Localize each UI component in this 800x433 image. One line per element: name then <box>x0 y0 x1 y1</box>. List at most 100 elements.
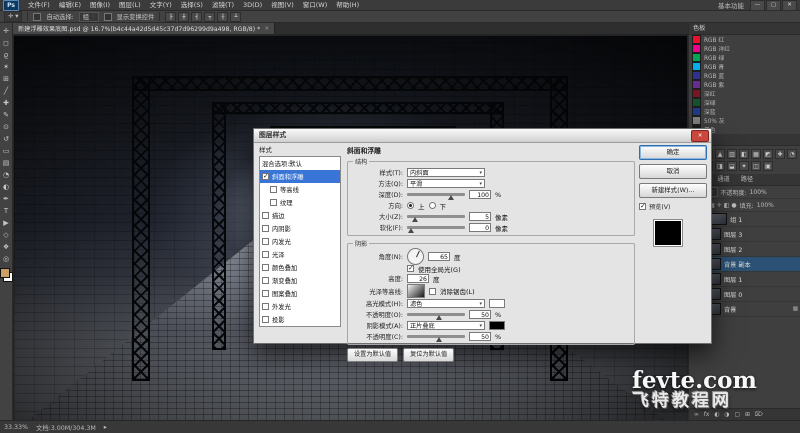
move-tool[interactable]: ✛ <box>0 25 12 37</box>
layers-footer-icon[interactable]: ⊞ <box>745 412 750 418</box>
depth-slider[interactable] <box>407 193 465 200</box>
layers-footer-icon[interactable]: ◑ <box>724 412 729 418</box>
adjustment-icon[interactable]: ✚ <box>775 149 785 159</box>
crop-tool[interactable]: ⊞ <box>0 73 12 85</box>
menu-item[interactable]: 3D(D) <box>239 0 266 10</box>
slider-thumb[interactable] <box>408 228 415 233</box>
size-slider[interactable] <box>407 215 465 222</box>
slider-thumb[interactable] <box>436 315 442 320</box>
style-item-stroke[interactable]: 描边 <box>260 209 340 222</box>
swatch-item[interactable]: RGB 蓝 <box>689 71 800 80</box>
opacity-value[interactable]: 100% <box>750 189 767 196</box>
lasso-tool[interactable]: ϱ <box>0 49 12 61</box>
slider-thumb[interactable] <box>411 217 418 222</box>
ok-button[interactable]: 确定 <box>639 145 707 160</box>
align-icon[interactable]: ┫ <box>191 11 203 22</box>
menu-item[interactable]: 选择(S) <box>177 0 207 10</box>
adjustment-icon[interactable]: ◫ <box>751 161 761 171</box>
adjustment-icon[interactable]: ◔ <box>787 149 797 159</box>
minimize-button[interactable]: — <box>750 0 765 11</box>
cancel-button[interactable]: 取消 <box>639 164 707 179</box>
adjustment-icon[interactable]: ▥ <box>727 149 737 159</box>
panel-tab[interactable]: 路径 <box>736 174 758 185</box>
gradient-tool[interactable]: ▤ <box>0 157 12 169</box>
dialog-close-button[interactable]: ✕ <box>691 130 709 142</box>
adjustment-icon[interactable]: ✦ <box>739 161 749 171</box>
style-checkbox[interactable] <box>262 251 269 258</box>
workspace-switcher[interactable]: 基本功能 <box>718 0 744 10</box>
hand-tool[interactable]: ❖ <box>0 241 12 253</box>
style-item-outer-glow[interactable]: 外发光 <box>260 300 340 313</box>
blending-options-item[interactable]: 混合选项:默认 <box>260 157 340 170</box>
menu-item[interactable]: 图层(L) <box>115 0 145 10</box>
align-icon[interactable]: ┻ <box>230 11 242 22</box>
fill-value[interactable]: 100% <box>757 202 774 209</box>
style-checkbox[interactable] <box>262 290 269 297</box>
menu-item[interactable]: 窗口(W) <box>299 0 332 10</box>
menu-item[interactable]: 视图(V) <box>267 0 298 10</box>
close-button[interactable]: ✕ <box>782 0 797 11</box>
adjustment-icon[interactable]: ▲ <box>715 149 725 159</box>
style-checkbox[interactable] <box>262 172 269 180</box>
style-item-pattern-overlay[interactable]: 图案叠加 <box>260 287 340 300</box>
style-checkbox[interactable] <box>270 186 277 193</box>
gloss-contour-picker[interactable] <box>407 284 425 298</box>
style-item-contour[interactable]: 等高线 <box>260 183 340 196</box>
style-item-texture[interactable]: 纹理 <box>260 196 340 209</box>
lock-icon[interactable]: ◧ <box>724 202 730 209</box>
color-picker-widget[interactable] <box>0 268 13 282</box>
technique-select[interactable]: 平滑 ▾ <box>407 179 485 188</box>
zoom-level[interactable]: 33.33% <box>4 424 28 431</box>
direction-down-radio[interactable] <box>428 202 436 209</box>
style-checkbox[interactable] <box>262 264 269 271</box>
style-item-satin[interactable]: 光泽 <box>260 248 340 261</box>
swatch-item[interactable]: RGB 青 <box>689 62 800 71</box>
highlight-opacity-value[interactable]: 50 <box>469 310 491 319</box>
angle-value[interactable]: 65 <box>428 252 450 261</box>
auto-select-target-select[interactable]: 组 ▾ <box>78 11 99 22</box>
style-checkbox[interactable] <box>270 199 277 206</box>
angle-dial[interactable] <box>407 248 424 265</box>
bevel-style-select[interactable]: 内斜面 ▾ <box>407 168 485 177</box>
clone-stamp-tool[interactable]: ⊙ <box>0 121 12 133</box>
path-select-tool[interactable]: ▶ <box>0 217 12 229</box>
menu-item[interactable]: 编辑(E) <box>55 0 85 10</box>
style-item-drop-shadow[interactable]: 投影 <box>260 313 340 326</box>
layers-footer-icon[interactable]: ⌦ <box>755 412 763 418</box>
style-checkbox[interactable] <box>262 303 269 310</box>
pen-tool[interactable]: ✒ <box>0 193 12 205</box>
layers-footer-icon[interactable]: ∞ <box>694 412 699 418</box>
menu-item[interactable]: 文字(Y) <box>146 0 176 10</box>
style-checkbox[interactable] <box>262 225 269 232</box>
menu-item[interactable]: 滤镜(T) <box>208 0 238 10</box>
maximize-button[interactable]: ▢ <box>766 0 781 11</box>
type-tool[interactable]: T <box>0 205 12 217</box>
shadow-opacity-value[interactable]: 50 <box>469 332 491 341</box>
lock-icon[interactable]: ● <box>731 202 736 209</box>
status-arrow-icon[interactable]: ▸ <box>104 424 107 431</box>
blur-tool[interactable]: ◔ <box>0 169 12 181</box>
set-default-button[interactable]: 设置为默认值 <box>347 348 399 362</box>
soften-value[interactable]: 0 <box>469 223 491 232</box>
menu-item[interactable]: 文件(F) <box>24 0 54 10</box>
eraser-tool[interactable]: ▭ <box>0 145 12 157</box>
preview-checkbox[interactable] <box>639 202 646 210</box>
tool-preset-picker[interactable]: ✛ ▾ <box>4 11 23 22</box>
align-icon[interactable]: ┣ <box>165 11 177 22</box>
align-icon[interactable]: ┳ <box>204 11 216 22</box>
global-light-checkbox[interactable] <box>407 264 414 272</box>
zoom-tool[interactable]: ◎ <box>0 253 12 265</box>
healing-brush-tool[interactable]: ✚ <box>0 97 12 109</box>
adjustment-icon[interactable]: ▦ <box>751 149 761 159</box>
layers-footer-icon[interactable]: ▢ <box>734 412 739 418</box>
slider-thumb[interactable] <box>436 337 442 342</box>
adjustment-icon[interactable]: ◨ <box>715 161 725 171</box>
history-brush-tool[interactable]: ↺ <box>0 133 12 145</box>
align-icon[interactable]: ╂ <box>217 11 229 22</box>
lock-icon[interactable]: ✛ <box>717 202 722 209</box>
adjustment-icon[interactable]: ▣ <box>763 161 773 171</box>
style-item-bevel-emboss[interactable]: 斜面和浮雕 <box>260 170 340 183</box>
style-checkbox[interactable] <box>262 212 269 219</box>
swatch-item[interactable]: 深绿 <box>689 98 800 107</box>
reset-default-button[interactable]: 复位为默认值 <box>403 348 455 362</box>
